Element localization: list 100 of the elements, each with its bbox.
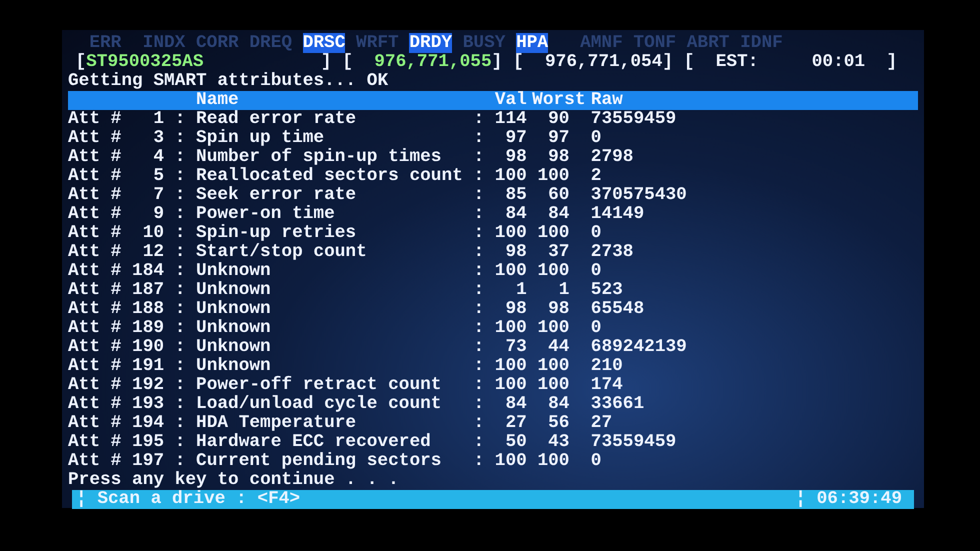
column-header: Val <box>494 91 527 110</box>
attribute-id: Att # 9 : <box>68 205 186 224</box>
attribute-name: Unknown <box>196 338 272 357</box>
attribute-name: Power-off retract count <box>196 376 442 395</box>
attribute-value: : 50 <box>473 433 527 452</box>
attribute-value: : 100 <box>473 319 527 338</box>
status-flag-label: CORR <box>196 33 239 53</box>
status-flag-label: BUSY <box>462 33 506 53</box>
attribute-value: : 100 <box>473 167 527 186</box>
attribute-raw: 689242139 <box>590 338 687 357</box>
attribute-worst: 100 <box>536 224 570 243</box>
status-flag-label: WRFT <box>356 33 399 53</box>
attribute-value: : 100 <box>473 376 527 395</box>
attribute-raw: 523 <box>590 281 623 300</box>
attribute-raw: 0 <box>590 129 602 148</box>
attribute-value: : 73 <box>473 338 527 357</box>
attribute-raw: 370575430 <box>590 186 687 205</box>
status-flag-label: TONF <box>633 33 676 53</box>
attribute-value: : 100 <box>473 357 527 376</box>
attribute-worst: 84 <box>547 205 570 224</box>
attribute-name: Load/unload cycle count <box>196 395 442 414</box>
status-flag-label: ABRT <box>686 33 730 53</box>
attribute-raw: 0 <box>590 224 602 243</box>
attribute-name: Unknown <box>196 319 272 338</box>
attribute-id: Att # 188 : <box>68 300 186 319</box>
attribute-raw: 0 <box>590 319 602 338</box>
status-flag-label: DRDY <box>409 33 452 53</box>
drive-info-text: ] [ <box>662 53 694 72</box>
attribute-name: Number of spin-up times <box>196 148 442 167</box>
attribute-value: : 84 <box>473 205 527 224</box>
attribute-worst: 98 <box>547 148 570 167</box>
attribute-id: Att # 184 : <box>68 262 186 281</box>
attribute-value: : 84 <box>473 395 527 414</box>
attribute-raw: 2738 <box>590 243 634 262</box>
column-header: Name <box>196 91 239 110</box>
drive-info-text: EST: <box>716 53 758 72</box>
attribute-id: Att # 194 : <box>68 414 186 433</box>
drive-info-text: 976,771,054 <box>544 53 662 72</box>
drive-info-text: ] [ <box>320 53 353 72</box>
drive-info-text: 976,771,055 <box>374 53 492 72</box>
attribute-value: : 114 <box>473 110 527 129</box>
attribute-value: : 100 <box>473 224 527 243</box>
attribute-raw: 73559459 <box>590 433 676 452</box>
attribute-name: Spin-up retries <box>196 224 358 243</box>
attribute-name: Read error rate <box>196 110 358 129</box>
attribute-worst: 100 <box>536 167 570 186</box>
attribute-name: Unknown <box>196 262 272 281</box>
attribute-worst: 100 <box>536 357 570 376</box>
attribute-id: Att # 187 : <box>68 281 186 300</box>
drive-info-text: 00:01 <box>812 53 866 72</box>
attribute-name: HDA Temperature <box>196 414 358 433</box>
scan-shortcut: ¦ Scan a drive : <F4> <box>76 490 300 509</box>
status-flag-label: DRSC <box>302 33 346 53</box>
attribute-name: Power-on time <box>196 205 336 224</box>
attribute-worst: 56 <box>547 414 570 433</box>
attribute-worst: 1 <box>558 281 570 300</box>
attribute-worst: 100 <box>536 376 570 395</box>
attribute-raw: 65548 <box>590 300 644 319</box>
attribute-raw: 0 <box>590 452 602 471</box>
attribute-value: : 100 <box>473 262 527 281</box>
attribute-worst: 60 <box>547 186 570 205</box>
attribute-raw: 27 <box>590 414 612 433</box>
attribute-worst: 37 <box>547 243 570 262</box>
attribute-id: Att # 12 : <box>68 243 186 262</box>
attribute-value: : 27 <box>473 414 527 433</box>
attribute-raw: 174 <box>590 376 623 395</box>
attribute-name: Unknown <box>196 281 272 300</box>
status-message: Getting SMART attributes... OK <box>68 72 390 91</box>
attribute-raw: 73559459 <box>590 110 676 129</box>
attribute-name: Reallocated sectors count <box>196 167 464 186</box>
attribute-worst: 84 <box>547 395 570 414</box>
drive-info-text: ST9500325AS <box>86 53 204 72</box>
attribute-value: : 100 <box>473 452 527 471</box>
attribute-id: Att # 4 : <box>68 148 186 167</box>
attribute-value: : 85 <box>473 186 527 205</box>
attribute-id: Att # 10 : <box>68 224 186 243</box>
continue-prompt: Press any key to continue . . . <box>68 471 400 490</box>
status-flag-label: DREQ <box>249 33 292 53</box>
attribute-name: Hardware ECC recovered <box>196 433 432 452</box>
attribute-name: Current pending sectors <box>196 452 442 471</box>
attribute-raw: 2 <box>590 167 602 186</box>
attribute-name: Unknown <box>196 300 272 319</box>
attribute-worst: 98 <box>547 300 570 319</box>
column-header: Raw <box>590 91 623 110</box>
attribute-name: Spin up time <box>196 129 326 148</box>
attribute-id: Att # 1 : <box>68 110 186 129</box>
attribute-value: : 98 <box>473 148 527 167</box>
attribute-worst: 100 <box>536 452 570 471</box>
attribute-raw: 14149 <box>590 205 644 224</box>
status-flag-label: AMNF <box>580 33 623 53</box>
column-header: Worst <box>532 91 586 110</box>
attribute-raw: 210 <box>590 357 623 376</box>
drive-info-text: ] <box>886 53 898 72</box>
attribute-raw: 2798 <box>590 148 634 167</box>
drive-info-text: [ <box>75 53 86 72</box>
attribute-id: Att # 195 : <box>68 433 186 452</box>
attribute-worst: 100 <box>536 319 570 338</box>
attribute-id: Att # 191 : <box>68 357 186 376</box>
attribute-id: Att # 189 : <box>68 319 186 338</box>
attribute-name: Seek error rate <box>196 186 358 205</box>
